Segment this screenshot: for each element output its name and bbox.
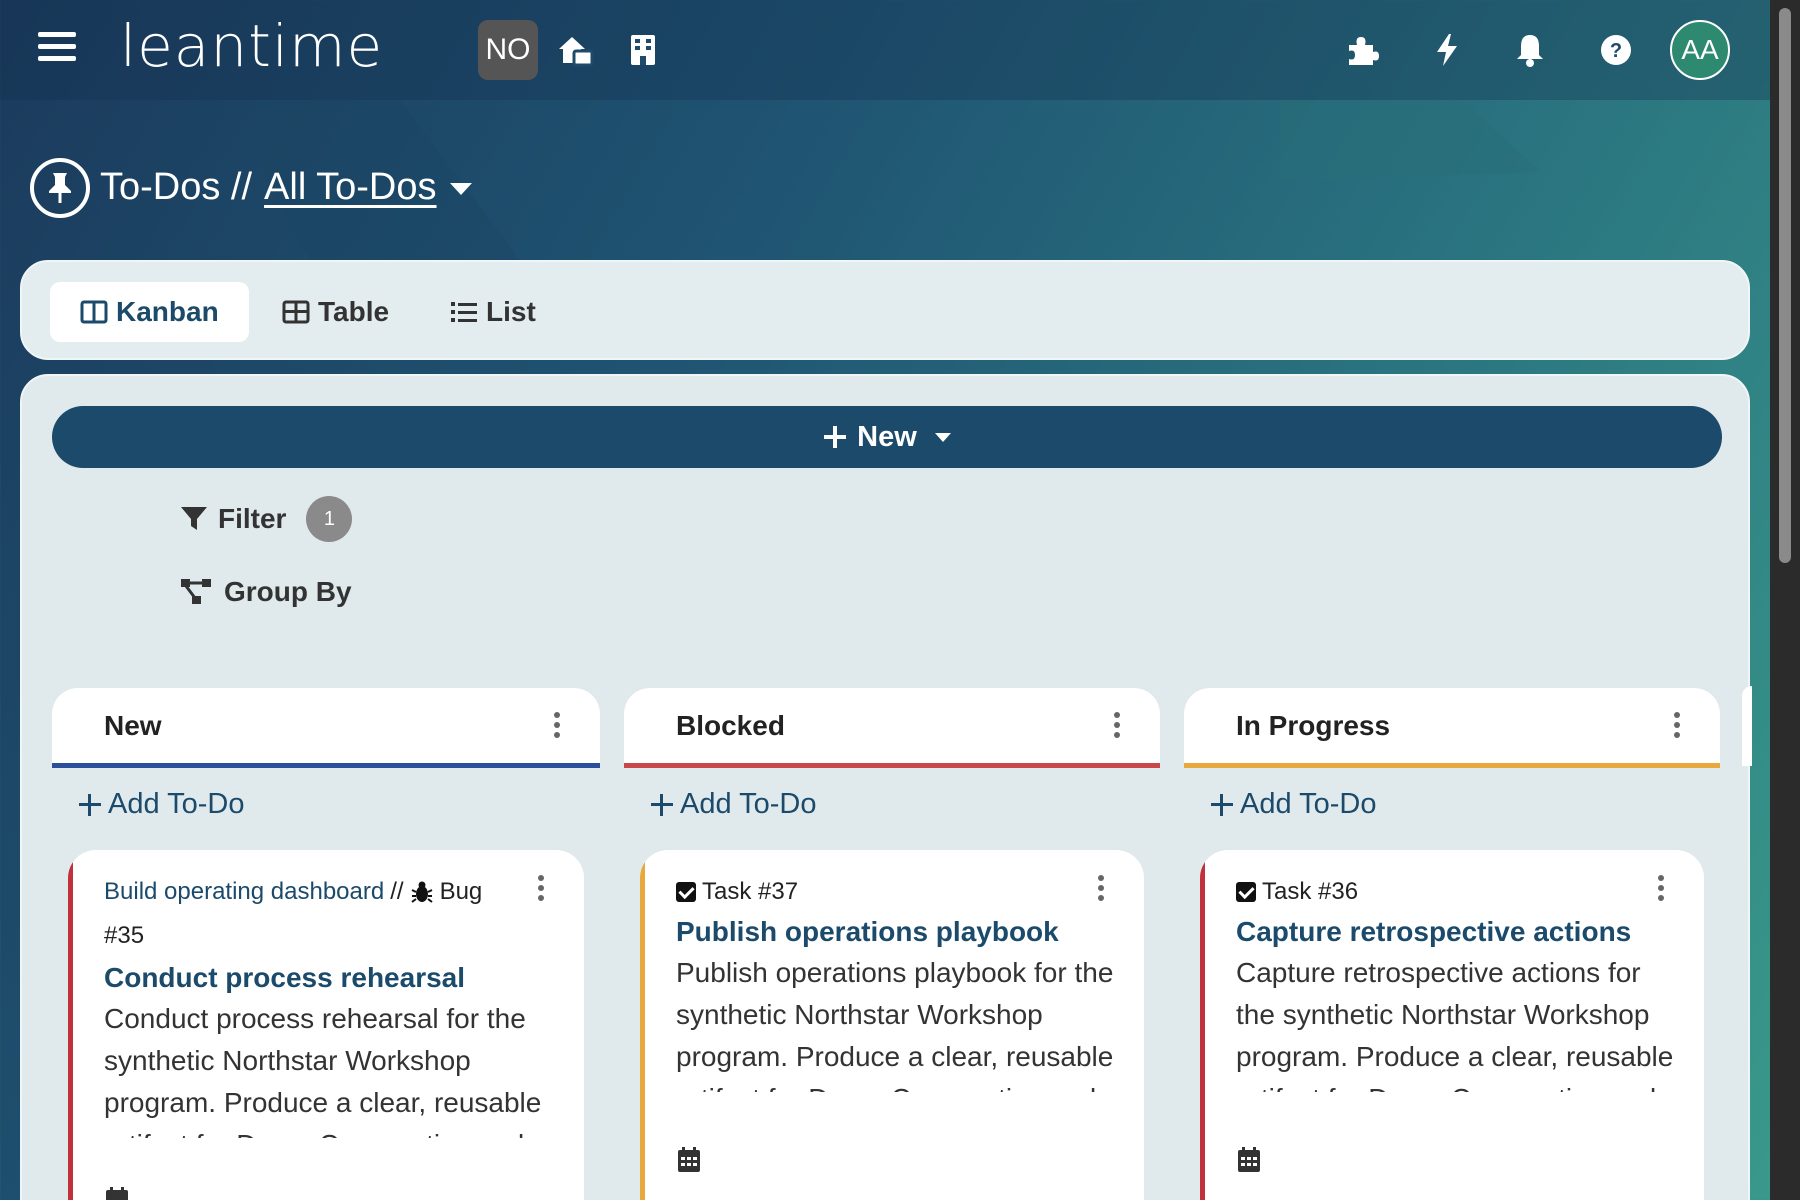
table-icon bbox=[282, 300, 310, 324]
breadcrumb-section: To-Dos // bbox=[100, 166, 253, 208]
new-button[interactable]: New bbox=[52, 406, 1722, 468]
filter-count-badge: 1 bbox=[306, 496, 353, 542]
app-logo[interactable]: leantime bbox=[120, 12, 383, 80]
card-meta: Build operating dashboard // Bug bbox=[104, 878, 482, 906]
card-number: #35 bbox=[104, 922, 145, 949]
kanban-icon bbox=[80, 300, 108, 324]
card-type: Task #36 bbox=[1262, 878, 1359, 905]
card-project-link[interactable]: Build operating dashboard bbox=[104, 878, 384, 906]
tab-kanban[interactable]: Kanban bbox=[50, 282, 249, 342]
home-icon[interactable] bbox=[555, 30, 595, 70]
plus-icon bbox=[1211, 793, 1233, 816]
card-separator: // bbox=[390, 878, 404, 905]
card-menu-icon[interactable] bbox=[1658, 875, 1664, 901]
column-title: Blocked bbox=[676, 710, 785, 741]
kanban-column-blocked: Blocked Add To-Do Task #37 Publish opera… bbox=[624, 688, 1160, 1200]
chevron-down-icon[interactable] bbox=[450, 183, 472, 195]
card-accent bbox=[68, 850, 73, 1200]
tab-label: Kanban bbox=[116, 296, 219, 327]
column-status-bar bbox=[52, 763, 600, 768]
card-menu-icon[interactable] bbox=[1098, 875, 1104, 901]
column-title: In Progress bbox=[1236, 710, 1391, 741]
tab-label: Table bbox=[318, 296, 390, 327]
card-type: Task #37 bbox=[702, 878, 799, 905]
page-scrollbar[interactable] bbox=[1770, 0, 1800, 1200]
kanban-column-new: New Add To-Do Build operating dashboard … bbox=[52, 688, 600, 1200]
view-selector[interactable]: All To-Dos bbox=[264, 166, 436, 208]
card-meta: Task #36 bbox=[1236, 878, 1358, 906]
plus-icon bbox=[79, 793, 101, 816]
column-header: In Progress bbox=[1184, 688, 1720, 768]
add-todo-button[interactable]: Add To-Do bbox=[1210, 788, 1377, 821]
lightning-icon[interactable] bbox=[1427, 30, 1467, 70]
bug-icon bbox=[410, 881, 433, 903]
card-title[interactable]: Publish operations playbook bbox=[676, 916, 1059, 948]
tab-label: List bbox=[486, 296, 536, 327]
chevron-down-icon bbox=[934, 432, 951, 442]
kanban-column-in-progress: In Progress Add To-Do Task #36 Capture r… bbox=[1184, 688, 1720, 1200]
puzzle-icon[interactable] bbox=[1342, 30, 1382, 70]
column-menu-icon[interactable] bbox=[1114, 712, 1120, 738]
hierarchy-icon bbox=[181, 579, 211, 604]
user-avatar[interactable]: AA bbox=[1670, 20, 1730, 80]
bell-icon[interactable] bbox=[1510, 30, 1550, 70]
filter-icon bbox=[181, 507, 207, 530]
help-icon[interactable]: ? bbox=[1596, 30, 1636, 70]
add-todo-label: Add To-Do bbox=[680, 788, 817, 820]
building-icon[interactable] bbox=[623, 30, 663, 70]
column-menu-icon[interactable] bbox=[1674, 712, 1680, 738]
card-accent bbox=[640, 850, 645, 1200]
new-button-label: New bbox=[857, 420, 917, 453]
calendar-icon[interactable] bbox=[676, 1146, 702, 1179]
add-todo-label: Add To-Do bbox=[1240, 788, 1377, 820]
card-description: Publish operations playbook for the synt… bbox=[676, 957, 1114, 1092]
todo-card[interactable]: Task #36 Capture retrospective actions C… bbox=[1200, 850, 1704, 1200]
filter-button[interactable]: Filter 1 bbox=[180, 496, 353, 542]
column-status-bar bbox=[624, 763, 1160, 768]
kanban-panel: New Filter 1 Group By New Add To-Do Buil… bbox=[20, 374, 1750, 1200]
svg-text:?: ? bbox=[1610, 40, 1622, 62]
todo-card[interactable]: Task #37 Publish operations playbook Pub… bbox=[640, 850, 1144, 1200]
card-accent bbox=[1200, 850, 1205, 1200]
card-description: Conduct process rehearsal for the synthe… bbox=[104, 1003, 542, 1138]
calendar-icon[interactable] bbox=[1236, 1146, 1262, 1179]
card-type: Bug bbox=[439, 878, 483, 905]
tab-list[interactable]: List bbox=[420, 282, 566, 342]
card-meta: Task #37 bbox=[676, 878, 798, 906]
plus-icon bbox=[824, 426, 847, 448]
page-title: To-Dos // All To-Dos bbox=[100, 166, 437, 209]
project-switcher[interactable]: NO bbox=[478, 20, 538, 80]
add-todo-button[interactable]: Add To-Do bbox=[78, 788, 245, 821]
top-navbar: leantime NO ? AA bbox=[0, 0, 1770, 100]
checkbox-icon bbox=[676, 882, 696, 902]
menu-icon[interactable] bbox=[38, 32, 76, 64]
column-menu-icon[interactable] bbox=[554, 712, 560, 738]
card-menu-icon[interactable] bbox=[538, 875, 544, 901]
todo-card[interactable]: Build operating dashboard // Bug #35 Con… bbox=[68, 850, 584, 1200]
calendar-icon[interactable] bbox=[104, 1186, 130, 1200]
plus-icon bbox=[651, 793, 673, 816]
groupby-button[interactable]: Group By bbox=[180, 576, 352, 608]
add-todo-button[interactable]: Add To-Do bbox=[650, 788, 817, 821]
next-column-edge bbox=[1742, 686, 1752, 766]
card-title[interactable]: Conduct process rehearsal bbox=[104, 962, 465, 994]
tab-table[interactable]: Table bbox=[252, 282, 419, 342]
column-header: New bbox=[52, 688, 600, 768]
column-title: New bbox=[104, 710, 162, 741]
background-shape bbox=[1280, 100, 1540, 181]
scrollbar-thumb[interactable] bbox=[1779, 8, 1791, 563]
card-description: Capture retrospective actions for the sy… bbox=[1236, 957, 1674, 1092]
column-header: Blocked bbox=[624, 688, 1160, 768]
list-icon bbox=[451, 302, 477, 322]
filter-label: Filter bbox=[218, 503, 287, 534]
view-tabs: Kanban Table List bbox=[20, 260, 1750, 360]
add-todo-label: Add To-Do bbox=[108, 788, 245, 820]
groupby-label: Group By bbox=[224, 576, 352, 607]
card-title[interactable]: Capture retrospective actions bbox=[1236, 916, 1631, 948]
pin-icon bbox=[30, 158, 90, 218]
checkbox-icon bbox=[1236, 882, 1256, 902]
column-status-bar bbox=[1184, 763, 1720, 768]
